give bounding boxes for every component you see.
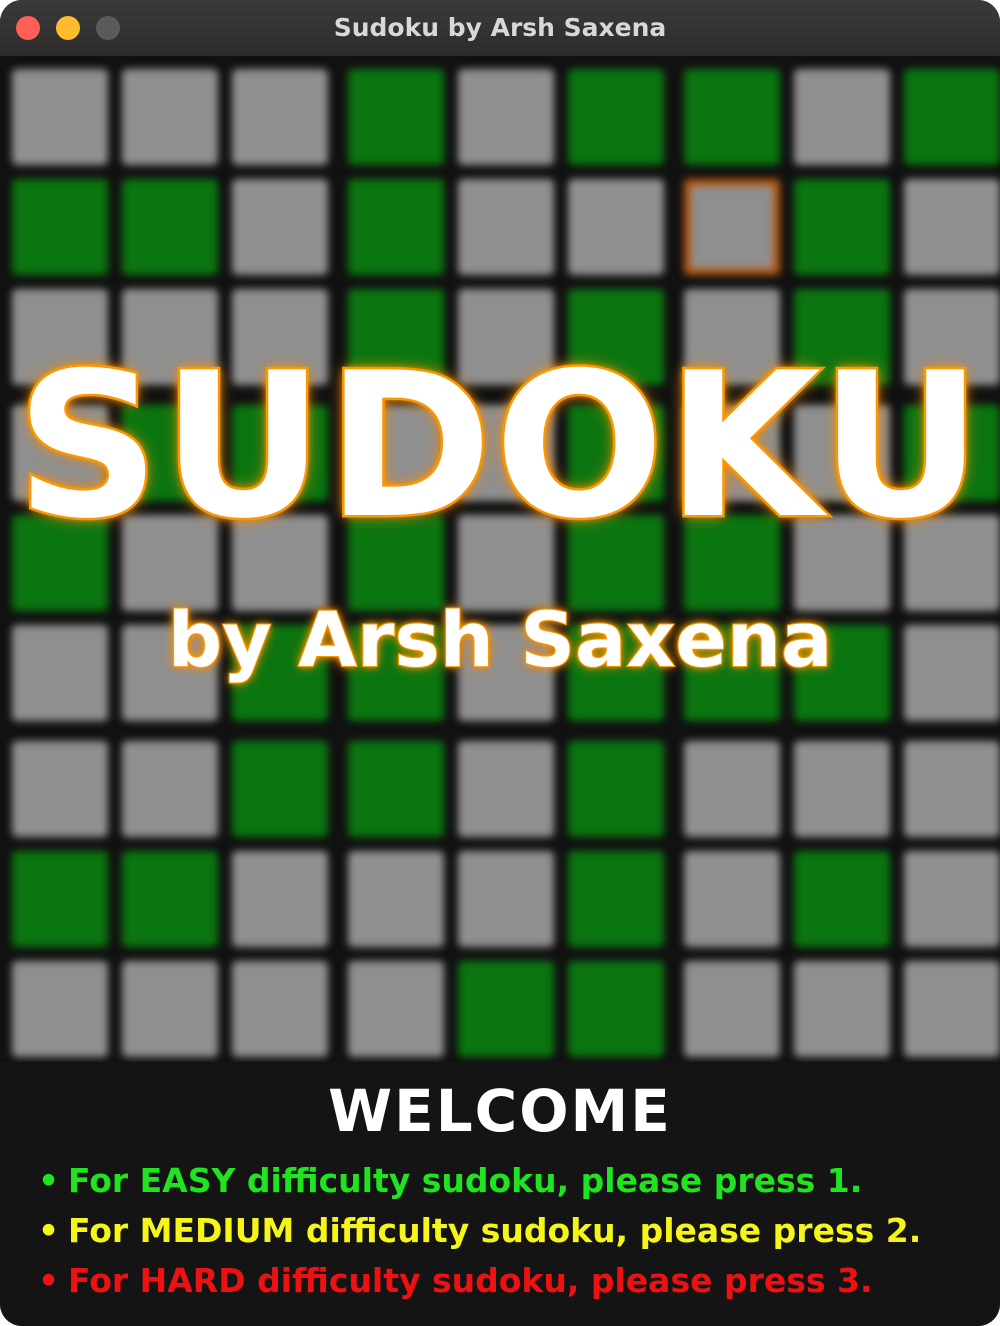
board-cell xyxy=(348,961,444,1057)
board-cell xyxy=(458,961,554,1057)
welcome-title: WELCOME xyxy=(328,1077,672,1145)
bullet-icon: • xyxy=(38,1261,60,1300)
board-cell xyxy=(794,851,890,947)
sudoku-board-background: SUDOKU by Arsh Saxena xyxy=(0,57,1000,1062)
board-cell xyxy=(794,741,890,837)
bullet-icon: • xyxy=(38,1211,60,1250)
board-cell xyxy=(794,69,890,165)
board-cell xyxy=(568,179,664,275)
option-medium-label: For MEDIUM difficulty sudoku, please pre… xyxy=(68,1211,922,1250)
splash-subheading: by Arsh Saxena xyxy=(167,595,833,684)
board-cell xyxy=(568,851,664,947)
app-window: Sudoku by Arsh Saxena SUDOKU by Arsh Sax… xyxy=(0,0,1000,1326)
board-cell xyxy=(232,851,328,947)
board-cell xyxy=(568,69,664,165)
option-medium: • For MEDIUM difficulty sudoku, please pr… xyxy=(38,1214,921,1247)
board-cell xyxy=(122,961,218,1057)
welcome-menu: WELCOME • For EASY difficulty sudoku, ple… xyxy=(0,1062,1000,1326)
board-cell xyxy=(458,179,554,275)
board-cell xyxy=(794,961,890,1057)
board-cell xyxy=(904,961,1000,1057)
board-cell xyxy=(568,741,664,837)
board-cell xyxy=(232,961,328,1057)
board-cell xyxy=(684,69,780,165)
option-easy-label: For EASY difficulty sudoku, please press… xyxy=(68,1161,863,1200)
option-easy: • For EASY difficulty sudoku, please pres… xyxy=(38,1164,862,1197)
board-cell xyxy=(794,179,890,275)
board-cell xyxy=(904,741,1000,837)
board-cell xyxy=(232,179,328,275)
board-cell xyxy=(12,741,108,837)
bullet-icon: • xyxy=(38,1161,60,1200)
splash-heading: SUDOKU xyxy=(13,330,985,563)
board-cell xyxy=(458,741,554,837)
board-cell xyxy=(12,69,108,165)
board-cell xyxy=(122,851,218,947)
board-cell xyxy=(904,69,1000,165)
board-cell xyxy=(122,69,218,165)
board-cell xyxy=(348,741,444,837)
board-cell xyxy=(904,179,1000,275)
board-cell xyxy=(12,179,108,275)
board-cell xyxy=(458,851,554,947)
board-cell xyxy=(904,851,1000,947)
title-bar[interactable]: Sudoku by Arsh Saxena xyxy=(0,0,1000,57)
board-cell xyxy=(348,179,444,275)
option-hard-label: For HARD difficulty sudoku, please press… xyxy=(68,1261,873,1300)
board-cell xyxy=(568,961,664,1057)
board-cell xyxy=(122,179,218,275)
board-cell xyxy=(684,741,780,837)
board-cell xyxy=(122,741,218,837)
board-cell xyxy=(348,69,444,165)
board-cell xyxy=(12,961,108,1057)
board-cell xyxy=(12,851,108,947)
board-cell xyxy=(348,851,444,947)
board-cell xyxy=(232,741,328,837)
board-cell xyxy=(458,69,554,165)
board-cell xyxy=(684,179,780,275)
board-cell xyxy=(232,69,328,165)
option-hard: • For HARD difficulty sudoku, please pres… xyxy=(38,1264,873,1297)
board-cell xyxy=(684,851,780,947)
window-title: Sudoku by Arsh Saxena xyxy=(333,13,667,42)
board-cell xyxy=(684,961,780,1057)
